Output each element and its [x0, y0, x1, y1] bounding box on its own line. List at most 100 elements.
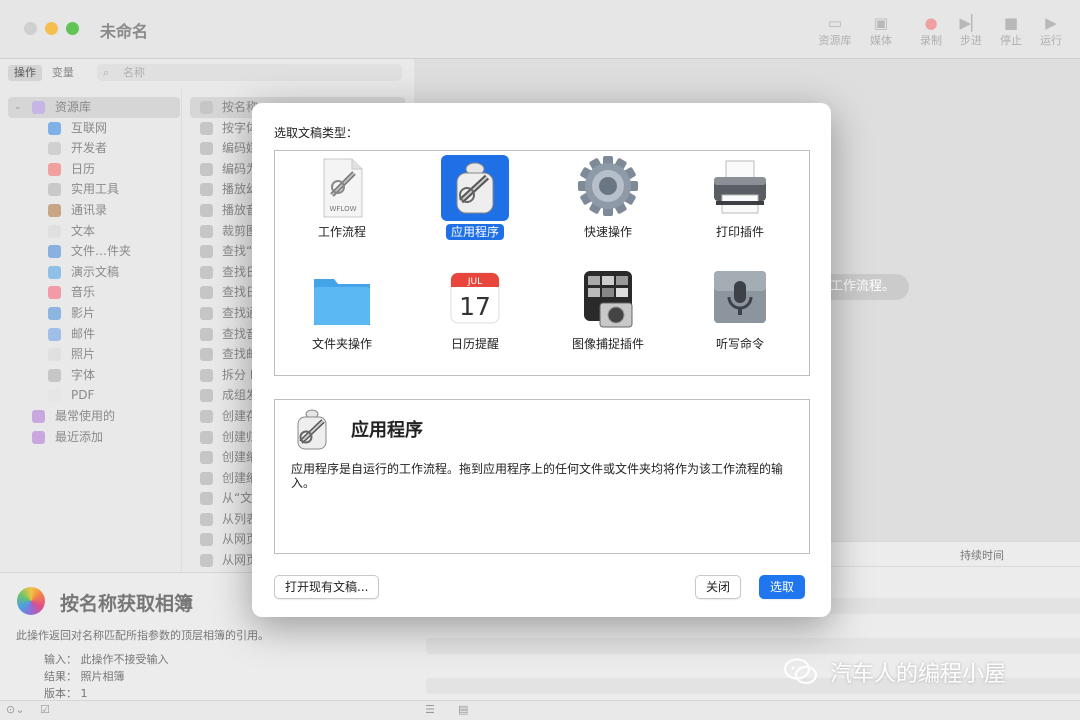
library-item[interactable]: 邮件 — [8, 324, 180, 345]
library-item[interactable]: 演示文稿 — [8, 262, 180, 283]
toolbar-library-button[interactable]: ▭ 资源库 — [813, 12, 857, 48]
step-icon: ▶▏ — [959, 14, 983, 32]
bottom-bar: ⊙⌄ ☑ ☰ ▤ — [0, 700, 1080, 720]
action-icon — [200, 430, 213, 444]
library-item-label: 音乐 — [71, 285, 96, 300]
automator-robot-icon — [297, 409, 327, 450]
action-icon — [200, 142, 213, 156]
action-icon — [200, 389, 213, 403]
choose-button[interactable]: 选取 — [759, 575, 806, 599]
type-label: 工作流程 — [317, 225, 366, 239]
library-item[interactable]: 音乐 — [8, 282, 180, 303]
library-item-label: 文本 — [71, 223, 96, 238]
document-type-sheet: 选取文稿类型： WFLOW 工作流程 应用程序 快速操作 打印插件 文件夹操作 … — [252, 103, 831, 617]
library-item[interactable]: 文本 — [8, 221, 180, 242]
automator-robot-icon — [456, 162, 494, 214]
toolbar-step-button[interactable]: ▶▏ 步进 — [949, 12, 993, 48]
action-icon — [200, 554, 213, 568]
library-item-label: 通讯录 — [71, 202, 108, 217]
wflow-badge: WFLOW — [329, 205, 356, 213]
media-icon: ▣ — [873, 14, 889, 32]
zoom-window-button[interactable] — [66, 22, 79, 35]
library-category-icon — [48, 327, 61, 341]
action-icon — [200, 101, 213, 114]
action-icon — [200, 327, 213, 341]
duration-column-header[interactable]: 持续时间 — [960, 547, 1004, 563]
type-quick-action[interactable]: 快速操作 — [548, 153, 668, 253]
library-item[interactable]: PDF — [8, 385, 180, 406]
action-icon — [200, 162, 213, 176]
type-dictation-command[interactable]: 听写命令 — [680, 265, 800, 365]
library-item[interactable]: 影片 — [8, 303, 180, 324]
open-existing-button[interactable]: 打开现有文稿... — [274, 575, 380, 599]
info-title: 应用程序 — [351, 420, 423, 441]
chevron-down-icon[interactable]: ⌄ — [14, 97, 22, 118]
list-view-icon[interactable]: ☰ — [425, 703, 435, 716]
library-item[interactable]: 互联网 — [8, 118, 180, 139]
library-icon: ▭ — [827, 14, 843, 32]
close-button[interactable]: 关闭 — [695, 575, 742, 599]
action-menu-icon[interactable]: ⊙⌄ — [6, 703, 24, 716]
action-icon — [200, 245, 213, 259]
library-item[interactable]: 通讯录 — [8, 200, 180, 221]
action-icon — [200, 409, 213, 423]
tab-variables[interactable]: 变量 — [46, 65, 80, 81]
library-category-icon — [32, 409, 45, 423]
library-item[interactable]: 照片 — [8, 344, 180, 365]
type-label: 应用程序 — [445, 224, 504, 240]
document-type-grid: WFLOW 工作流程 应用程序 快速操作 打印插件 文件夹操作 JUL 17 日… — [274, 150, 810, 376]
type-application[interactable]: 应用程序 — [415, 153, 535, 253]
toolbar-record-button[interactable]: ● 录制 — [909, 12, 953, 48]
library-item[interactable]: 最常使用的 — [8, 406, 180, 427]
toolbar-stop-button[interactable]: ■ 停止 — [989, 12, 1033, 48]
action-item-label: 从“文 — [222, 491, 253, 506]
library-item[interactable]: 文件…件夹 — [8, 241, 180, 262]
type-image-capture-plugin[interactable]: 图像捕捉插件 — [548, 265, 668, 365]
library-root[interactable]: ⌄ 资源库 — [8, 97, 180, 118]
automator-window: 未命名 ▭ 资源库 ▣ 媒体 ● 录制 ▶▏ 步进 ■ 停止 ▶ 运行 操作 变 — [0, 0, 1080, 720]
library-item-label: 最常使用的 — [55, 408, 116, 423]
library-item[interactable]: 字体 — [8, 365, 180, 386]
library-item-label: 演示文稿 — [71, 264, 120, 279]
library-item[interactable]: 开发者 — [8, 138, 180, 159]
toolbar-run-button[interactable]: ▶ 运行 — [1029, 12, 1073, 48]
action-icon — [200, 224, 213, 238]
type-label: 打印插件 — [715, 225, 764, 239]
library-category-icon — [48, 389, 61, 403]
action-input: 输入： 此操作不接受输入 — [44, 653, 169, 666]
type-print-plugin[interactable]: 打印插件 — [680, 153, 800, 253]
action-icon — [200, 286, 213, 300]
search-input[interactable]: ⌕ 名称 — [97, 64, 402, 81]
description-toggle-icon[interactable]: ☑ — [40, 703, 50, 716]
library-category-icon — [32, 430, 45, 444]
action-icon — [200, 512, 213, 526]
library-item[interactable]: 实用工具 — [8, 179, 180, 200]
library-item-label: 互联网 — [71, 120, 108, 135]
type-workflow[interactable]: WFLOW 工作流程 — [282, 153, 402, 253]
library-item[interactable]: 最近添加 — [8, 427, 180, 448]
library-item-label: 文件…件夹 — [71, 244, 132, 259]
library-item-label: 开发者 — [71, 141, 108, 156]
toolbar-media-button[interactable]: ▣ 媒体 — [859, 12, 903, 48]
library-category-icon — [48, 245, 61, 259]
action-icon — [200, 368, 213, 382]
type-calendar-alarm[interactable]: JUL 17 日历提醒 — [415, 265, 535, 365]
calendar-icon: JUL 17 — [450, 272, 500, 324]
action-icon — [200, 265, 213, 279]
title-bar: 未命名 ▭ 资源库 ▣ 媒体 ● 录制 ▶▏ 步进 ■ 停止 ▶ 运行 — [0, 0, 1080, 59]
action-item-label: 查找“ — [222, 244, 253, 259]
close-window-button[interactable] — [24, 22, 37, 35]
stop-icon: ■ — [1003, 14, 1019, 32]
library-item-label: 影片 — [71, 305, 96, 320]
action-icon — [200, 471, 213, 485]
tab-actions[interactable]: 操作 — [8, 65, 42, 81]
workflow-document-icon: WFLOW — [323, 158, 363, 218]
pane-divider[interactable] — [181, 89, 182, 571]
library-item-label: 邮件 — [71, 326, 96, 341]
library-item[interactable]: 日历 — [8, 159, 180, 180]
type-folder-action[interactable]: 文件夹操作 — [282, 265, 402, 365]
minimize-window-button[interactable] — [45, 22, 58, 35]
split-view-icon[interactable]: ▤ — [458, 703, 468, 716]
sidebar-tabs: 操作 变量 — [8, 65, 80, 81]
action-icon — [200, 533, 213, 547]
